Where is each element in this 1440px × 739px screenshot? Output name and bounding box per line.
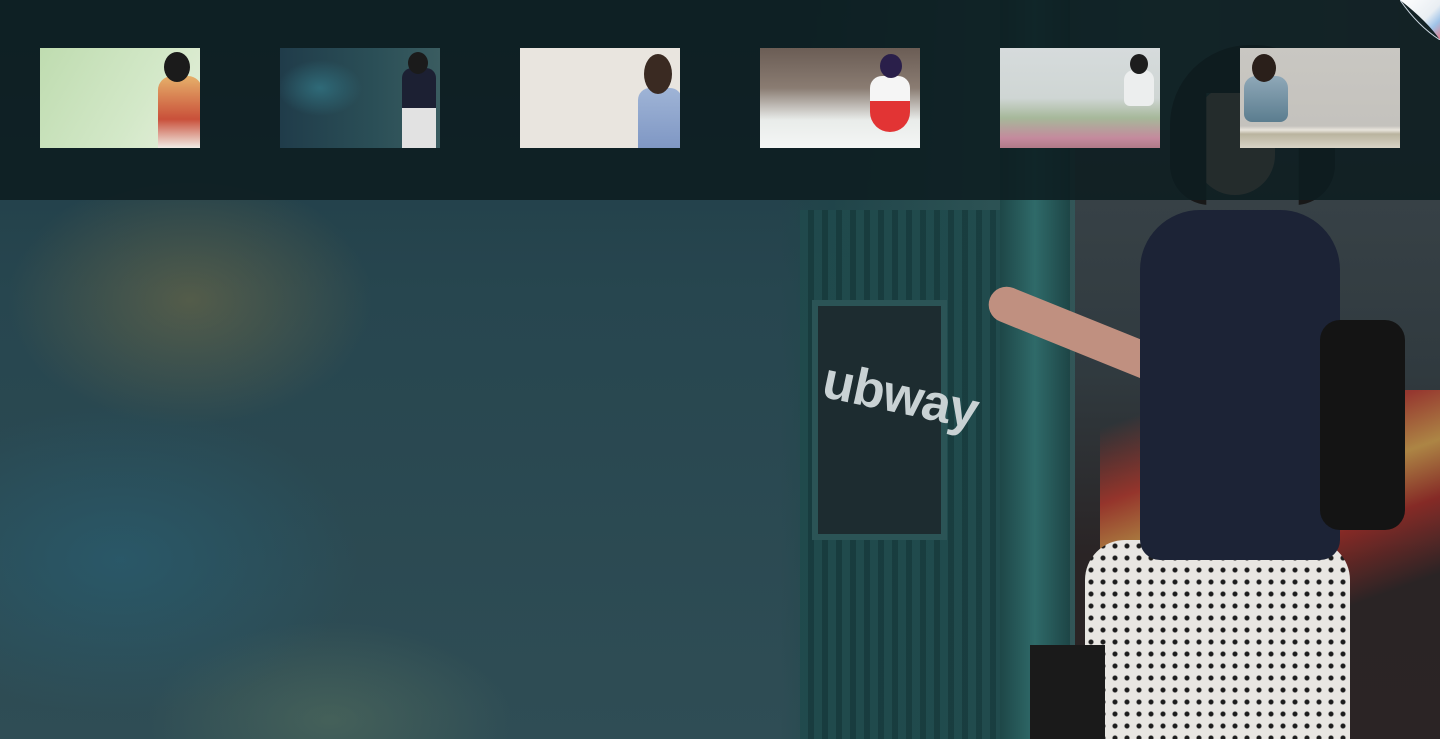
thumbnail-head <box>1252 54 1276 82</box>
thumbnail-head <box>1130 54 1148 74</box>
thumbnail-strip <box>0 0 1440 200</box>
thumbnail-figure <box>638 88 680 148</box>
subway-sign: ubway <box>812 300 983 540</box>
figure-sweater <box>1140 210 1340 560</box>
thumbnail-figure <box>158 76 200 148</box>
thumbnail-head <box>164 52 190 82</box>
thumbnail-figure <box>1124 70 1154 106</box>
thumbnail-1[interactable] <box>40 48 200 148</box>
thumbnail-head <box>644 54 672 94</box>
thumbnail-figure <box>1244 76 1288 122</box>
page-curl-icon[interactable] <box>1400 0 1440 40</box>
thumbnail-figure <box>870 76 910 132</box>
thumbnail-4[interactable] <box>760 48 920 148</box>
gallery-stage: ubway <box>0 0 1440 739</box>
thumbnail-5[interactable] <box>1000 48 1160 148</box>
figure-skirt <box>1085 540 1350 739</box>
figure-backpack <box>1320 320 1405 530</box>
thumbnail-3[interactable] <box>520 48 680 148</box>
thumbnail-figure <box>402 68 436 148</box>
thumbnail-head <box>880 54 902 78</box>
thumbnail-2[interactable] <box>280 48 440 148</box>
figure-boot <box>1030 645 1105 739</box>
thumbnail-head <box>408 52 428 74</box>
thumbnail-6[interactable] <box>1240 48 1400 148</box>
